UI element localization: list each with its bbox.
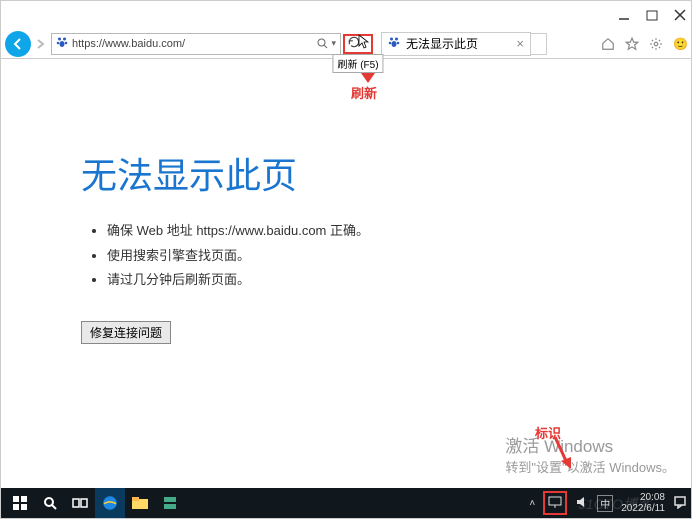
server-manager-button[interactable] [155,488,185,518]
back-button[interactable] [5,31,31,57]
annotation-label-refresh: 刷新 [351,83,377,102]
forward-button [31,31,51,57]
search-icon[interactable] [317,38,328,49]
window-controls [617,8,687,22]
clock-time: 20:08 [621,492,665,503]
settings-icon[interactable] [649,37,663,51]
network-highlight [543,491,567,515]
activate-line1: 激活 Windows [505,432,675,457]
cursor-icon [357,34,369,53]
toolbar-right-icons: 🙂 [601,37,687,51]
address-bar[interactable]: https://www.baidu.com/ ▾ [51,33,341,55]
action-center-icon[interactable] [673,495,687,512]
refresh-tooltip: 刷新 (F5) [332,54,383,73]
browser-tab[interactable]: 无法显示此页 × [381,32,531,56]
annotation-arrow-tray [549,435,573,474]
activate-windows-watermark: 激活 Windows 转到"设置"以激活 Windows。 [505,432,675,476]
network-icon[interactable] [547,495,563,512]
error-title: 无法显示此页 [81,147,691,199]
url-text: https://www.baidu.com/ [72,38,313,50]
close-button[interactable] [673,8,687,22]
start-button[interactable] [5,488,35,518]
tab-icon [388,36,400,51]
site-icon [56,36,68,51]
error-list: 确保 Web 地址 https://www.baidu.com 正确。 使用搜索… [81,219,691,293]
fix-connection-button[interactable]: 修复连接问题 [81,321,171,344]
tray-chevron-icon[interactable]: ˄ [529,498,535,509]
clock[interactable]: 20:08 2022/6/11 [621,492,665,514]
clock-date: 2022/6/11 [621,503,665,514]
task-view-button[interactable] [65,488,95,518]
list-item: 确保 Web 地址 https://www.baidu.com 正确。 [107,219,691,244]
explorer-taskbar-button[interactable] [125,488,155,518]
window-titlebar [1,1,691,29]
system-tray: ˄ 中 20:08 2022/6/11 [529,491,687,515]
maximize-button[interactable] [645,8,659,22]
tab-title: 无法显示此页 [406,35,478,52]
taskbar: ˄ 中 20:08 2022/6/11 51CTO博客 [1,488,691,518]
minimize-button[interactable] [617,8,631,22]
list-item: 请过几分钟后刷新页面。 [107,268,691,293]
tab-close-button[interactable]: × [516,36,524,51]
ime-indicator[interactable]: 中 [597,495,613,512]
favorites-icon[interactable] [625,37,639,51]
emoji-icon[interactable]: 🙂 [673,37,687,51]
dropdown-icon[interactable]: ▾ [331,38,336,49]
activate-line2: 转到"设置"以激活 Windows。 [505,457,675,476]
new-tab-button[interactable] [531,33,547,55]
page-content: 无法显示此页 确保 Web 地址 https://www.baidu.com 正… [1,59,691,488]
browser-toolbar: https://www.baidu.com/ ▾ 刷新 (F5) 无法显示此页 … [1,29,691,59]
list-item: 使用搜索引擎查找页面。 [107,244,691,269]
refresh-highlight: 刷新 (F5) [343,34,373,54]
home-icon[interactable] [601,37,615,51]
search-button[interactable] [35,488,65,518]
app-window: https://www.baidu.com/ ▾ 刷新 (F5) 无法显示此页 … [0,0,692,519]
ie-taskbar-button[interactable] [95,488,125,518]
volume-icon[interactable] [575,495,589,512]
